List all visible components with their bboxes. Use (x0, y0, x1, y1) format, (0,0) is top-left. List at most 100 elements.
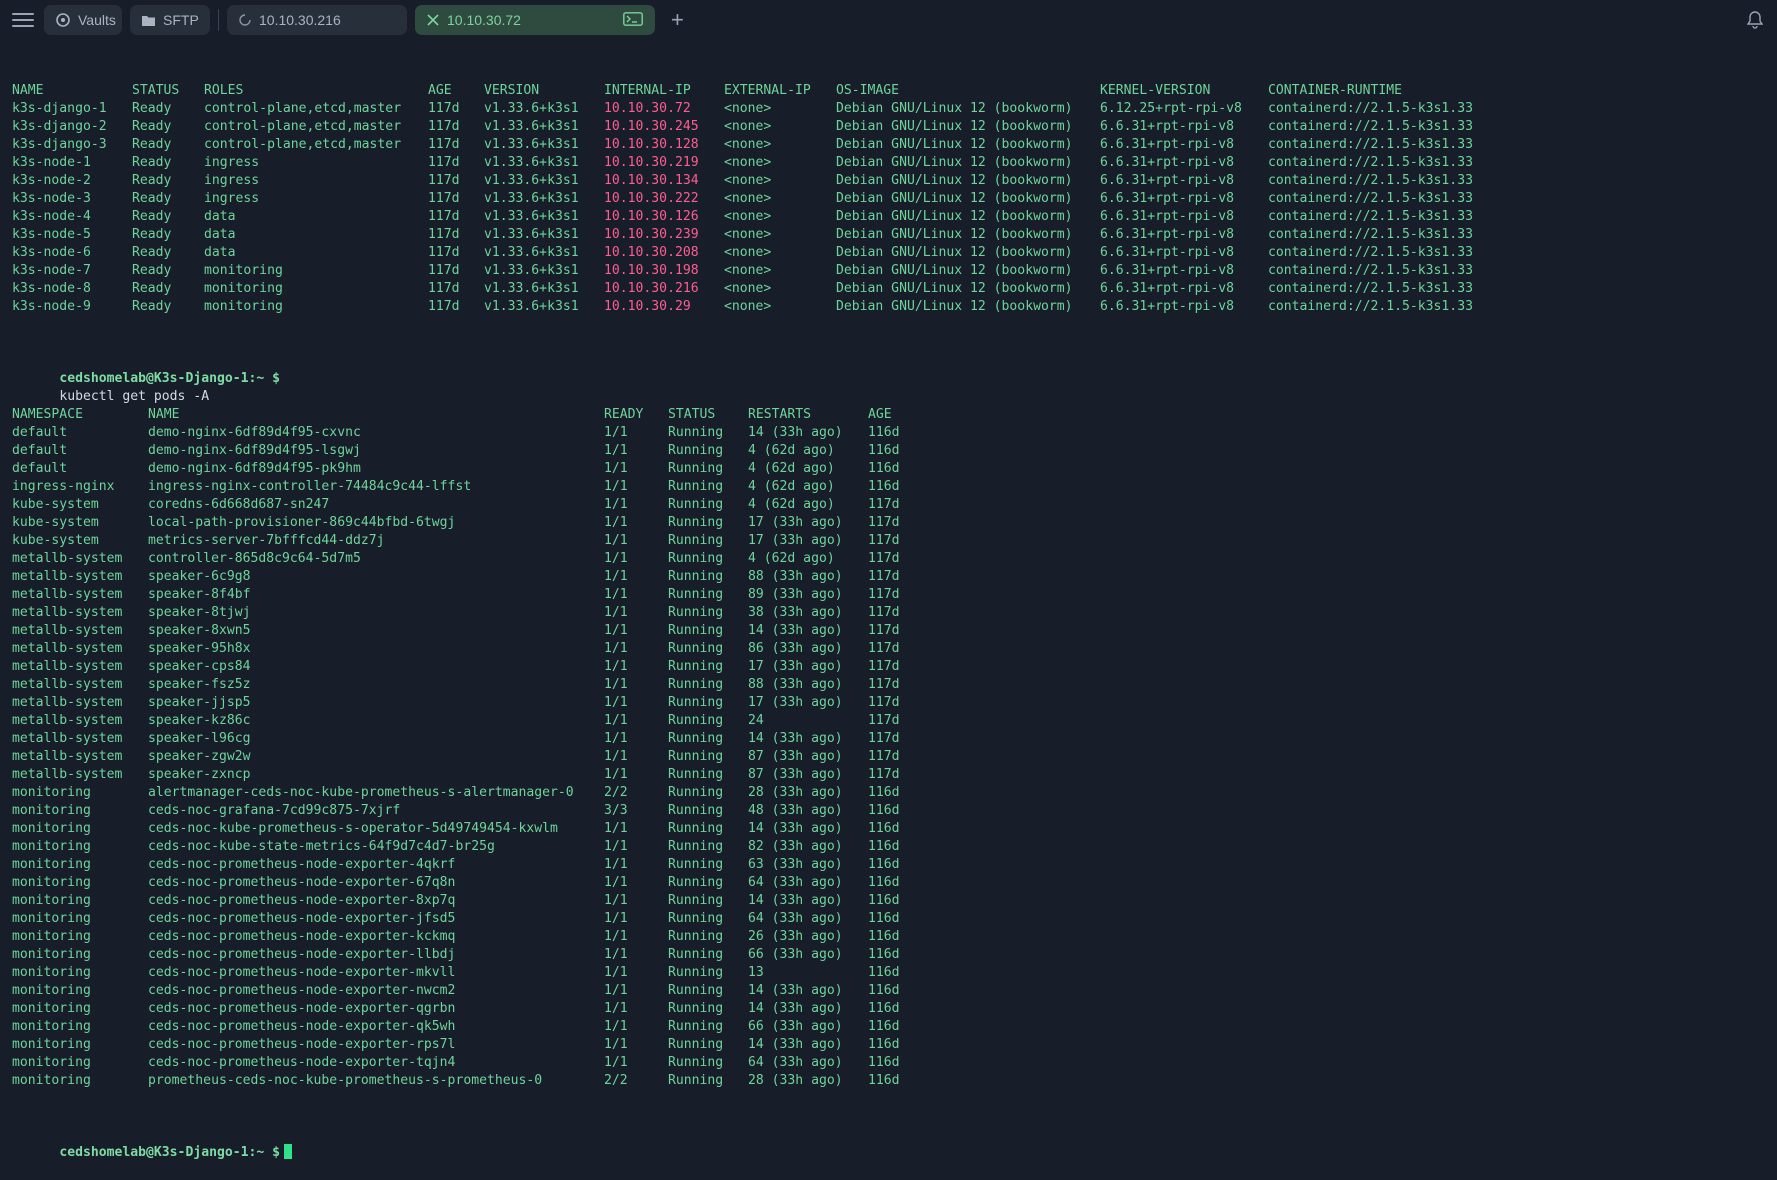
cell: monitoring (12, 802, 91, 820)
cell: Ready (132, 208, 171, 226)
cell: speaker-8f4bf (148, 586, 250, 604)
cell: Running (668, 496, 723, 514)
cell: 6.6.31+rpt-rpi-v8 (1100, 280, 1234, 298)
cell: <none> (724, 226, 771, 244)
cell: default (12, 424, 67, 442)
cell: 1/1 (604, 766, 628, 784)
cell: Running (668, 946, 723, 964)
cell: 117d (868, 622, 900, 640)
cell: v1.33.6+k3s1 (484, 244, 579, 262)
cell: ceds-noc-prometheus-node-exporter-67q8n (148, 874, 455, 892)
cell: ceds-noc-prometheus-node-exporter-llbdj (148, 946, 455, 964)
node-row: k3s-node-1Readyingress117dv1.33.6+k3s110… (12, 154, 1777, 172)
cell: monitoring (204, 298, 283, 316)
cell: monitoring (12, 874, 91, 892)
column-header: RESTARTS (748, 406, 811, 424)
pod-row: monitoringceds-noc-prometheus-node-expor… (12, 1054, 1777, 1072)
cell: kube-system (12, 514, 99, 532)
pod-row: metallb-systemcontroller-865d8c9c64-5d7m… (12, 550, 1777, 568)
tab-sftp[interactable]: SFTP (130, 5, 210, 35)
cell: monitoring (12, 964, 91, 982)
cell: speaker-kz86c (148, 712, 250, 730)
menu-icon[interactable] (12, 9, 34, 31)
close-icon[interactable] (427, 14, 439, 26)
cell: containerd://2.1.5-k3s1.33 (1268, 226, 1473, 244)
column-header: NAMESPACE (12, 406, 83, 424)
tab-host-2-active[interactable]: 10.10.30.72 (415, 5, 655, 35)
cell: 28 (33h ago) (748, 784, 843, 802)
cell: Running (668, 982, 723, 1000)
cell: 117d (868, 658, 900, 676)
cell: 6.6.31+rpt-rpi-v8 (1100, 118, 1234, 136)
node-row: k3s-node-4Readydata117dv1.33.6+k3s110.10… (12, 208, 1777, 226)
cell: 4 (62d ago) (748, 442, 835, 460)
cell: 117d (428, 262, 460, 280)
cell: 117d (868, 748, 900, 766)
pod-row: monitoringprometheus-ceds-noc-kube-prome… (12, 1072, 1777, 1090)
cell: <none> (724, 298, 771, 316)
cell: k3s-node-2 (12, 172, 91, 190)
cell: local-path-provisioner-869c44bfbd-6twgj (148, 514, 455, 532)
cell: 117d (868, 568, 900, 586)
cell: Debian GNU/Linux 12 (bookworm) (836, 208, 1073, 226)
cell: Running (668, 532, 723, 550)
cell: <none> (724, 190, 771, 208)
cell: speaker-l96cg (148, 730, 250, 748)
cell: speaker-6c9g8 (148, 568, 250, 586)
cell: ceds-noc-prometheus-node-exporter-4qkrf (148, 856, 455, 874)
column-header: STATUS (668, 406, 715, 424)
cell: Running (668, 1018, 723, 1036)
cell: 1/1 (604, 712, 628, 730)
cell: 1/1 (604, 856, 628, 874)
cell: 4 (62d ago) (748, 460, 835, 478)
cell: 1/1 (604, 604, 628, 622)
cell: 17 (33h ago) (748, 658, 843, 676)
cell: v1.33.6+k3s1 (484, 208, 579, 226)
cell: 6.6.31+rpt-rpi-v8 (1100, 262, 1234, 280)
pods-table: NAMESPACENAMEREADYSTATUSRESTARTSAGEdefau… (12, 406, 1777, 1090)
cell: 38 (33h ago) (748, 604, 843, 622)
cell: ceds-noc-grafana-7cd99c875-7xjrf (148, 802, 400, 820)
cell: 117d (868, 532, 900, 550)
cell: metallb-system (12, 712, 122, 730)
cell: 10.10.30.72 (604, 100, 691, 118)
cell: Debian GNU/Linux 12 (bookworm) (836, 100, 1073, 118)
cell: 17 (33h ago) (748, 532, 843, 550)
cell: 10.10.30.128 (604, 136, 699, 154)
cell: Debian GNU/Linux 12 (bookworm) (836, 226, 1073, 244)
cell: k3s-django-1 (12, 100, 107, 118)
cell: demo-nginx-6df89d4f95-lsgwj (148, 442, 361, 460)
cell: 10.10.30.239 (604, 226, 699, 244)
pod-row: monitoringceds-noc-prometheus-node-expor… (12, 1036, 1777, 1054)
prompt-line[interactable]: cedshomelab@K3s-Django-1:~ $ (12, 1126, 1777, 1144)
plus-icon[interactable]: + (671, 9, 684, 31)
pod-row: metallb-systemspeaker-zxncp1/1Running87 … (12, 766, 1777, 784)
prompt: cedshomelab@K3s-Django-1:~ $ (59, 1145, 280, 1160)
cell: 116d (868, 838, 900, 856)
cell: 6.6.31+rpt-rpi-v8 (1100, 208, 1234, 226)
cell: Running (668, 604, 723, 622)
cell: Running (668, 838, 723, 856)
cell: containerd://2.1.5-k3s1.33 (1268, 118, 1473, 136)
cell: 117d (428, 208, 460, 226)
cell: 6.6.31+rpt-rpi-v8 (1100, 136, 1234, 154)
cell: 117d (868, 730, 900, 748)
pod-row: metallb-systemspeaker-zgw2w1/1Running87 … (12, 748, 1777, 766)
node-row: k3s-node-5Readydata117dv1.33.6+k3s110.10… (12, 226, 1777, 244)
pod-row: metallb-systemspeaker-kz86c1/1Running241… (12, 712, 1777, 730)
cell: 2/2 (604, 1072, 628, 1090)
terminal-output[interactable]: NAMESTATUSROLESAGEVERSIONINTERNAL-IPEXTE… (12, 46, 1777, 1004)
cell: Running (668, 424, 723, 442)
cell: 1/1 (604, 676, 628, 694)
cell: k3s-node-6 (12, 244, 91, 262)
cell: 66 (33h ago) (748, 946, 843, 964)
cell: v1.33.6+k3s1 (484, 154, 579, 172)
tab-host-1[interactable]: 10.10.30.216 (227, 5, 407, 35)
tab-vaults[interactable]: Vaults (44, 5, 122, 35)
cell: Running (668, 658, 723, 676)
cell: 116d (868, 892, 900, 910)
bell-icon[interactable] (1747, 11, 1763, 32)
cell: Running (668, 748, 723, 766)
terminal-icon (623, 12, 643, 29)
cell: 10.10.30.216 (604, 280, 699, 298)
